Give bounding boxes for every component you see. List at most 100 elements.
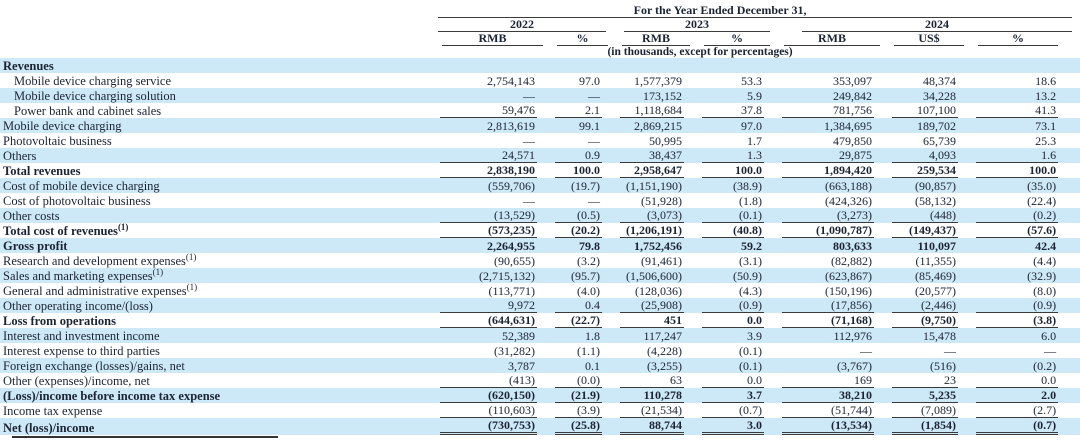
row-label: Gross profit [0,238,430,253]
cell-value: 353,097 [772,73,882,88]
cell-value: 88,744 [610,418,692,435]
cell-value: (573,235) [430,223,545,238]
table-row: Foreign exchange (losses)/gains, net3,78… [0,358,1080,373]
row-label: Other costs [0,208,430,223]
cell-value: 259,534 [882,163,966,178]
cell-value: (3,767) [772,358,882,373]
row-label: Income tax expense [0,403,430,418]
row-label: Research and development expenses(1) [0,253,430,268]
cell-value: 0.0 [966,373,1080,388]
cell-value: (20.2) [545,223,610,238]
table-row: Other (expenses)/income, net(413)(0.0)63… [0,373,1080,388]
income-statement-table: For the Year Ended December 31, 20222023… [0,2,1080,435]
cell-value: (2,715,132) [430,268,545,283]
cell-value: 41.3 [966,103,1080,118]
cell-value: 2,754,143 [430,73,545,88]
cell-value: 1.3 [692,148,772,163]
cell-value: (1,090,787) [772,223,882,238]
column-header: RMB [622,32,690,46]
footnote-marker: (1) [187,283,198,292]
cell-value: (21.9) [545,388,610,403]
row-label: Mobile device charging [0,118,430,133]
cell-value: (424,326) [772,193,882,208]
cell-value: (4.0) [545,283,610,298]
cell-value: (13,534) [772,418,882,435]
cell-value: 1,894,420 [772,163,882,178]
row-label: Cost of photovoltaic business [0,193,430,208]
cell-value: (623,867) [772,268,882,283]
cell-value: (3.9) [545,403,610,418]
cell-value: (110,603) [430,403,545,418]
cell-value [610,58,692,73]
cell-value: — [430,193,545,208]
cell-value: (0.9) [692,298,772,313]
period-header-row: For the Year Ended December 31, [0,2,1080,18]
cell-value: (17,856) [772,298,882,313]
cell-value: (1.8) [692,193,772,208]
cell-value: (0.0) [545,373,610,388]
cell-value: (82,882) [772,253,882,268]
cell-value: (559,706) [430,178,545,193]
table-header: For the Year Ended December 31, 20222023… [0,2,1080,58]
table-row: Total revenues2,838,190100.02,958,647100… [0,163,1080,178]
cell-value: 100.0 [545,163,610,178]
cell-value: 1.7 [692,133,772,148]
cell-value: (1.1) [545,343,610,358]
cell-value: 2,264,955 [430,238,545,253]
cell-value: (128,036) [610,283,692,298]
cell-value: 18.6 [966,73,1080,88]
cell-value: 479,850 [772,133,882,148]
cell-value: 53.3 [692,73,772,88]
table-row: Cost of mobile device charging(559,706) (… [0,178,1080,193]
cell-value: (20,577) [882,283,966,298]
row-label: Foreign exchange (losses)/gains, net [0,358,430,373]
row-label: Cost of mobile device charging [0,178,430,193]
row-label: Loss from operations [0,313,430,328]
cell-value: (413) [430,373,545,388]
column-headers-row: RMB%RMB%RMBUS$% [0,32,1080,46]
cell-value: (1,506,600) [610,268,692,283]
column-header: % [704,32,770,46]
cell-value: (22.4) [966,193,1080,208]
cell-value: 1,577,379 [610,73,692,88]
cell-value: 1,118,684 [610,103,692,118]
cell-value: 1.8 [545,328,610,343]
cell-value: (4.4) [966,253,1080,268]
cell-value: 1.6 [966,148,1080,163]
row-label: Total cost of revenues(1) [0,223,430,238]
cell-value: (40.8) [692,223,772,238]
year-header-2024: 2024 [802,18,1072,32]
cell-value: 2.1 [545,103,610,118]
cell-value: 169 [772,373,882,388]
cell-value: 107,100 [882,103,966,118]
cell-value: 59.2 [692,238,772,253]
cell-value: (3,273) [772,208,882,223]
cell-value: 79.8 [545,238,610,253]
cell-value [772,58,882,73]
column-header: % [557,32,608,46]
cell-value: (1,854) [882,418,966,435]
cell-value: 0.1 [545,358,610,373]
cell-value: 2.0 [966,388,1080,403]
footnote-marker: (1) [153,268,164,277]
cell-value: (38.9) [692,178,772,193]
row-label: (Loss)/income before income tax expense [0,388,430,403]
table-row: Interest expense to third parties(31,282… [0,343,1080,358]
cell-value: 23 [882,373,966,388]
cell-value: — [430,88,545,103]
cell-value: 37.8 [692,103,772,118]
cell-value: 50,995 [610,133,692,148]
cell-value: 38,210 [772,388,882,403]
cell-value: (1,206,191) [610,223,692,238]
row-label: Revenues [0,58,430,73]
cell-value: 0.0 [692,313,772,328]
cell-value: 3.9 [692,328,772,343]
cell-value: (31,282) [430,343,545,358]
cell-value: (9,750) [882,313,966,328]
cell-value: (25.8) [545,418,610,435]
cell-value: (0.1) [692,343,772,358]
cell-value: (3,255) [610,358,692,373]
table-row: Research and development expenses(1)(90,… [0,253,1080,268]
table-row: Other costs(13,529)(0.5)(3,073)(0.1)(3,2… [0,208,1080,223]
row-label: Others [0,148,430,163]
